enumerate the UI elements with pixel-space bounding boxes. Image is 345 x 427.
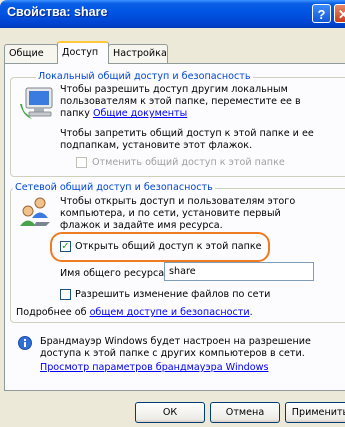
tab-label: Общие: [9, 48, 44, 59]
unshare-checkbox-label: Отменить общий доступ к этой папке: [92, 157, 285, 168]
firewall-settings-link[interactable]: Просмотр параметров брандмауэра Windows: [40, 362, 269, 374]
title-bar[interactable]: Свойства: share ? ✕: [0, 0, 345, 28]
tab-sharing[interactable]: Доступ: [57, 41, 109, 64]
network-info-line3: флажок и задайте имя ресурса.: [60, 220, 223, 231]
more-info-prefix: Подробнее об: [16, 307, 90, 318]
network-info-line2: компьютера, и по сети, установите первый: [60, 208, 281, 219]
allow-change-checkbox[interactable]: [60, 289, 71, 300]
ok-button[interactable]: ОК: [135, 402, 205, 423]
more-info-line: Подробнее об общем доступе и безопасност…: [16, 307, 253, 319]
help-button[interactable]: ?: [312, 4, 331, 23]
window-title: Свойства: share: [7, 5, 108, 19]
close-button[interactable]: ✕: [334, 4, 345, 23]
local-info-prefix: папку: [60, 108, 93, 119]
allow-change-checkbox-label: Разрешить изменение файлов по сети: [75, 289, 271, 300]
tab-label: Настройка: [113, 48, 167, 59]
shared-documents-link[interactable]: Общие документы: [93, 108, 187, 119]
firewall-info-line2: доступа к этой папке с других компьютеро…: [40, 348, 305, 359]
local-info-line3: папку Общие документы: [60, 108, 187, 120]
local-stop-line1: Чтобы запретить общий доступ к этой папк…: [60, 128, 314, 139]
firewall-info-line1: Брандмауэр Windows будет настроен на раз…: [40, 336, 311, 347]
network-sharing-legend: Сетевой общий доступ и безопасность: [13, 182, 215, 193]
unshare-checkbox[interactable]: [76, 157, 87, 168]
close-icon: ✕: [338, 7, 345, 22]
share-name-label: Имя общего ресурса:: [60, 268, 168, 279]
tab-label: Доступ: [62, 47, 99, 58]
tab-customize[interactable]: Настройка: [108, 44, 168, 63]
local-info-line1: Чтобы разрешить доступ другим локальным: [60, 84, 288, 95]
properties-dialog: Свойства: share ? ✕ Общие Доступ Настрой…: [0, 0, 345, 427]
sharing-security-link[interactable]: общем доступе и безопасности: [90, 307, 250, 318]
network-info-line1: Чтобы открыть доступ и пользователям это…: [60, 196, 296, 207]
info-icon: [18, 336, 32, 350]
annotation-highlight: [50, 232, 270, 262]
apply-button[interactable]: Применить: [285, 402, 345, 423]
question-icon: ?: [317, 7, 326, 22]
local-info-line2: пользователям к этой папке, переместите …: [60, 96, 301, 107]
more-info-suffix: .: [249, 307, 253, 318]
network-users-icon: [20, 197, 50, 226]
local-stop-line2: подпапкам, установите этот флажок.: [60, 140, 253, 151]
local-sharing-legend: Локальный общий доступ и безопасность: [36, 71, 253, 82]
cancel-button[interactable]: Отмена: [210, 402, 280, 423]
tab-general[interactable]: Общие: [4, 44, 58, 63]
share-name-input[interactable]: share: [164, 262, 314, 281]
computer-icon: [20, 87, 53, 119]
